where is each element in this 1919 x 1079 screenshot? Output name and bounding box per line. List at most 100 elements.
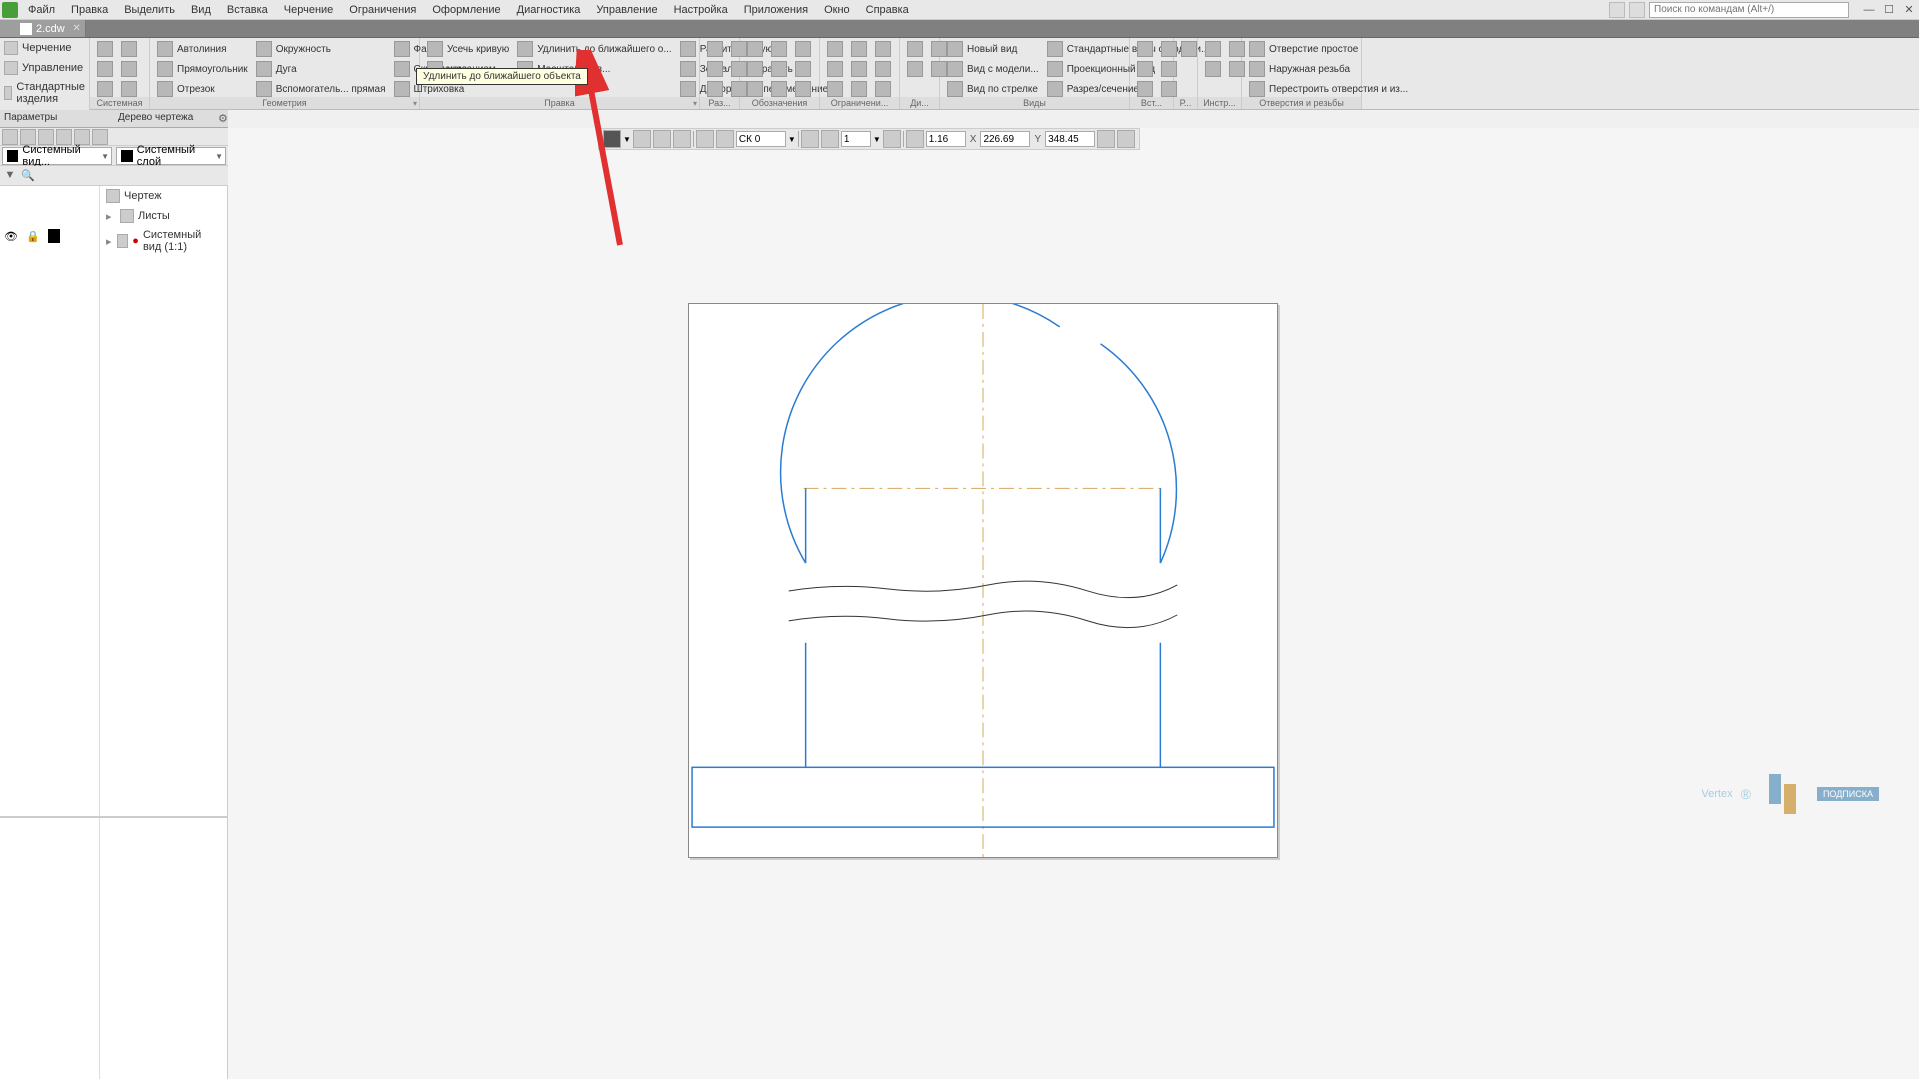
group-label-r: Р... (1174, 97, 1197, 109)
simple-hole-button[interactable]: Отверстие простое (1246, 40, 1411, 58)
minimize-button[interactable]: — (1863, 4, 1875, 16)
menu-settings[interactable]: Настройка (666, 4, 736, 16)
tb-icon-1[interactable] (2, 129, 18, 145)
dropdown-arrow-icon[interactable]: ▼ (788, 135, 796, 144)
menu-constraints[interactable]: Ограничения (341, 4, 424, 16)
tree-panel-header[interactable]: Дерево чертежа (114, 110, 228, 128)
auxline-button[interactable]: Вспомогатель... прямая (253, 80, 389, 98)
con-icon-8 (875, 61, 891, 77)
tree-settings-icon[interactable]: ⚙ (218, 112, 232, 126)
ck-input[interactable] (736, 131, 786, 147)
diag-icon-2 (907, 61, 923, 77)
lock-icon[interactable]: 🔒 (26, 230, 40, 243)
menu-insert[interactable]: Вставка (219, 4, 276, 16)
menu-window[interactable]: Окно (816, 4, 858, 16)
grid-icon[interactable] (696, 130, 714, 148)
external-thread-button[interactable]: Наружная резьба (1246, 60, 1411, 78)
filter-icon[interactable]: ▼ (2, 167, 18, 183)
layer-dropdown[interactable]: Системный слой ▼ (116, 147, 226, 165)
group-label-constraints: Ограничени... (820, 97, 899, 109)
undo-button[interactable] (94, 80, 116, 98)
rebuild-holes-button[interactable]: Перестроить отверстия и из... (1246, 80, 1411, 98)
menu-format[interactable]: Оформление (424, 4, 508, 16)
des-icon-6 (771, 81, 787, 97)
menu-drawing[interactable]: Черчение (276, 4, 342, 16)
snap-icon[interactable] (716, 130, 734, 148)
layout-icon-2[interactable] (1629, 2, 1645, 18)
tree-system-view[interactable]: ▸ ● Системный вид (1:1) (100, 226, 227, 256)
command-search-input[interactable] (1649, 2, 1849, 18)
zoom-in-icon[interactable] (906, 130, 924, 148)
deform-icon (680, 81, 696, 97)
parameters-panel-header[interactable]: Параметры (0, 110, 114, 128)
canvas-area[interactable]: ▼ ▼ ▼ X Y (228, 128, 1919, 1079)
drawing-page (688, 303, 1278, 858)
mode-standard-parts[interactable]: Стандартные изделия (0, 78, 89, 108)
zoom-out-icon[interactable] (883, 130, 901, 148)
mode-management[interactable]: Управление (0, 58, 89, 78)
thread-icon (1249, 61, 1265, 77)
tab-close-icon[interactable]: ✕ (72, 23, 80, 34)
circle-button[interactable]: Окружность (253, 40, 389, 58)
layout-icon-1[interactable] (1609, 2, 1625, 18)
ct-icon-2[interactable] (633, 130, 651, 148)
expand-edit[interactable]: ▾ (693, 99, 697, 108)
tree-sheets[interactable]: ▸ Листы (100, 206, 227, 226)
menu-management[interactable]: Управление (588, 4, 665, 16)
zoom-input[interactable] (926, 131, 966, 147)
trim-icon (427, 41, 443, 57)
new-button[interactable] (94, 40, 116, 58)
close-button[interactable]: ✕ (1903, 4, 1915, 16)
ortho-icon[interactable] (801, 130, 819, 148)
ct-icon-end1[interactable] (1097, 130, 1115, 148)
tb-icon-4[interactable] (56, 129, 72, 145)
ct-icon-4[interactable] (673, 130, 691, 148)
menu-file[interactable]: Файл (20, 4, 63, 16)
menu-edit[interactable]: Правка (63, 4, 116, 16)
tree-divider[interactable] (0, 816, 228, 818)
con-icon-7 (875, 41, 891, 57)
x-coord-input[interactable] (980, 131, 1030, 147)
new-view-button[interactable]: Новый вид (944, 40, 1042, 58)
expand-geometry[interactable]: ▾ (413, 99, 417, 108)
search-icon[interactable]: 🔍 (20, 167, 36, 183)
tb-icon-5[interactable] (74, 129, 90, 145)
menu-apps[interactable]: Приложения (736, 4, 816, 16)
model-view-button[interactable]: Вид с модели... (944, 60, 1042, 78)
tb-icon-2[interactable] (20, 129, 36, 145)
line-segment-button[interactable]: Отрезок (154, 80, 251, 98)
tb-icon-3[interactable] (38, 129, 54, 145)
layer-icon[interactable] (48, 229, 60, 243)
rectangle-button[interactable]: Прямоугольник (154, 60, 251, 78)
ct-icon-3[interactable] (653, 130, 671, 148)
trim-curve-button[interactable]: Усечь кривую (424, 40, 512, 58)
view-dropdown[interactable]: Системный вид... ▼ (2, 147, 112, 165)
ribbon: Системная Автолиния Прямоугольник Отрезо… (90, 38, 1919, 110)
ins-icon-3 (1137, 81, 1153, 97)
ct-icon-7[interactable] (821, 130, 839, 148)
redo-button[interactable] (118, 80, 140, 98)
arrow-view-button[interactable]: Вид по стрелке (944, 80, 1042, 98)
menu-select[interactable]: Выделить (116, 4, 183, 16)
eye-icon[interactable]: 👁 (4, 230, 18, 243)
expand-icon[interactable]: ▸ (106, 235, 113, 248)
print-button[interactable] (118, 60, 140, 78)
scale-input[interactable] (841, 131, 871, 147)
open-button[interactable] (94, 60, 116, 78)
arc-button[interactable]: Дуга (253, 60, 389, 78)
tree-root[interactable]: Чертеж (100, 186, 227, 206)
maximize-button[interactable]: ☐ (1883, 4, 1895, 16)
menu-help[interactable]: Справка (858, 4, 917, 16)
autoline-button[interactable]: Автолиния (154, 40, 251, 58)
save-button[interactable] (118, 40, 140, 58)
menu-view[interactable]: Вид (183, 4, 219, 16)
tb-icon-6[interactable] (92, 129, 108, 145)
mode-drawing[interactable]: Черчение (0, 38, 89, 58)
dropdown-arrow-icon[interactable]: ▼ (873, 135, 881, 144)
expand-icon[interactable]: ▸ (106, 210, 116, 223)
ct-icon-end2[interactable] (1117, 130, 1135, 148)
drawing-canvas[interactable] (689, 304, 1277, 857)
document-tab[interactable]: 2.cdw ✕ (0, 20, 86, 37)
menu-diagnostics[interactable]: Диагностика (509, 4, 589, 16)
y-coord-input[interactable] (1045, 131, 1095, 147)
